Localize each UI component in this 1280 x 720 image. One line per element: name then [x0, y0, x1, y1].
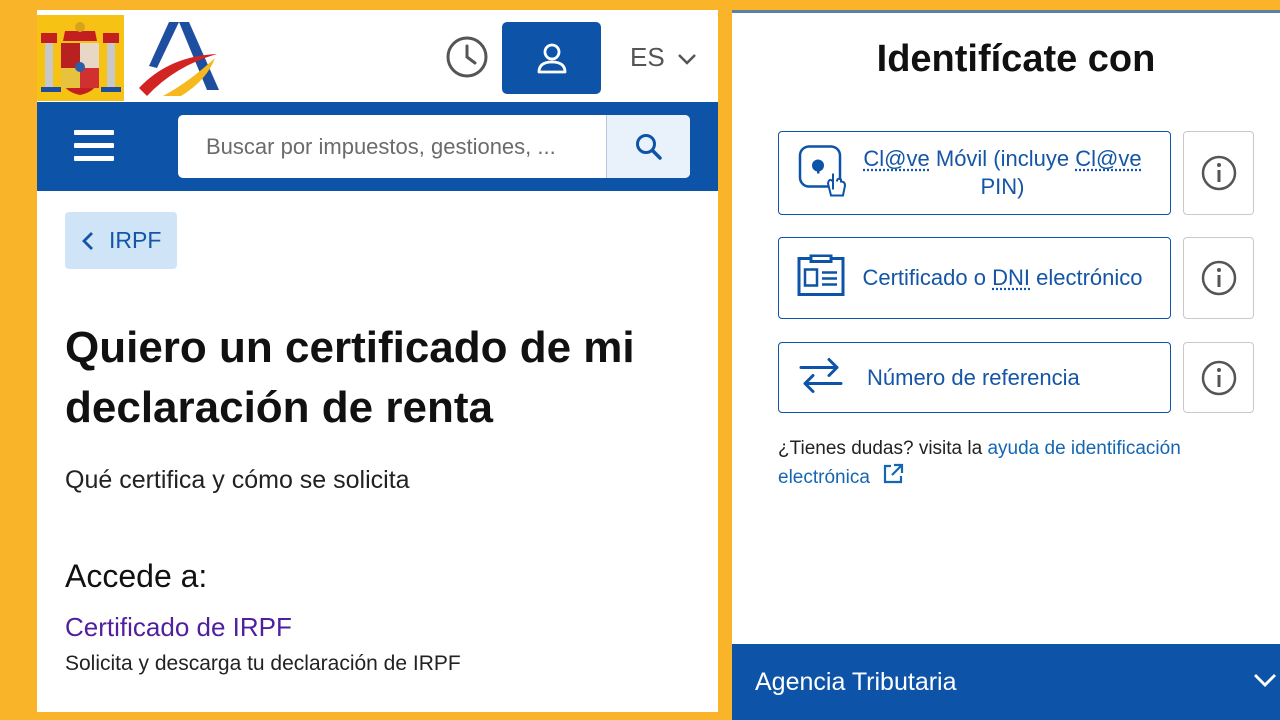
top-divider	[732, 10, 1280, 13]
search-box	[178, 115, 690, 178]
identification-title: Identifícate con	[876, 38, 1156, 80]
swap-arrows-icon	[797, 355, 845, 400]
clave-movil-info-button[interactable]	[1183, 131, 1254, 215]
footer-label: Agencia Tributaria	[755, 668, 957, 696]
page-title: Quiero un certificado de mi declaración …	[65, 323, 635, 432]
help-prefix: ¿Tienes dudas? visita la	[778, 438, 988, 459]
info-icon	[1201, 260, 1236, 296]
clave-movil-option-button[interactable]: Cl@ve Móvil (incluye Cl@ve PIN)	[778, 131, 1171, 215]
id-card-icon	[797, 254, 845, 302]
numero-referencia-info-button[interactable]	[1183, 342, 1254, 413]
chevron-down-icon[interactable]	[1252, 671, 1278, 689]
history-clock-icon[interactable]	[444, 34, 490, 80]
right-panel: Identifícate con Cl@ve Móvil (incluye Cl…	[732, 10, 1280, 720]
certificado-dni-info-button[interactable]	[1183, 237, 1254, 319]
language-code: ES	[630, 42, 665, 72]
user-icon	[537, 43, 566, 74]
hamburger-menu-icon[interactable]	[74, 130, 114, 164]
nav-bar	[37, 102, 718, 191]
top-header: ES	[37, 10, 718, 102]
footer-bar[interactable]: Agencia Tributaria	[732, 644, 1280, 720]
agencia-tributaria-logo[interactable]	[135, 18, 221, 101]
certificado-description: Solicita y descarga tu declaración de IR…	[65, 652, 461, 675]
help-text: ¿Tienes dudas? visita la ayuda de identi…	[778, 436, 1248, 491]
language-selector[interactable]: ES	[630, 42, 697, 73]
info-icon	[1201, 360, 1236, 395]
numero-referencia-option-button[interactable]: Número de referencia	[778, 342, 1171, 413]
numero-referencia-label: Número de referencia	[867, 364, 1080, 390]
info-icon	[1201, 155, 1236, 191]
left-panel: ES IRPF Quiero un certificado de mi decl…	[37, 10, 718, 712]
search-input[interactable]	[178, 115, 606, 178]
chevron-down-icon	[677, 53, 696, 65]
certificado-irpf-link[interactable]: Certificado de IRPF	[65, 612, 292, 643]
back-to-irpf-button[interactable]: IRPF	[65, 212, 177, 269]
clave-phone-icon	[797, 142, 847, 205]
chevron-left-icon	[82, 231, 93, 250]
search-icon	[635, 133, 662, 160]
external-link-icon[interactable]	[881, 462, 905, 486]
spain-coat-of-arms-logo[interactable]	[37, 15, 124, 101]
search-button[interactable]	[606, 115, 690, 178]
page-subtitle: Qué certifica y cómo se solicita	[65, 466, 410, 494]
certificado-dni-option-button[interactable]: Certificado o DNI electrónico	[778, 237, 1171, 319]
section-heading: Accede a:	[65, 558, 208, 594]
back-label: IRPF	[109, 227, 162, 253]
user-account-button[interactable]	[502, 22, 601, 94]
